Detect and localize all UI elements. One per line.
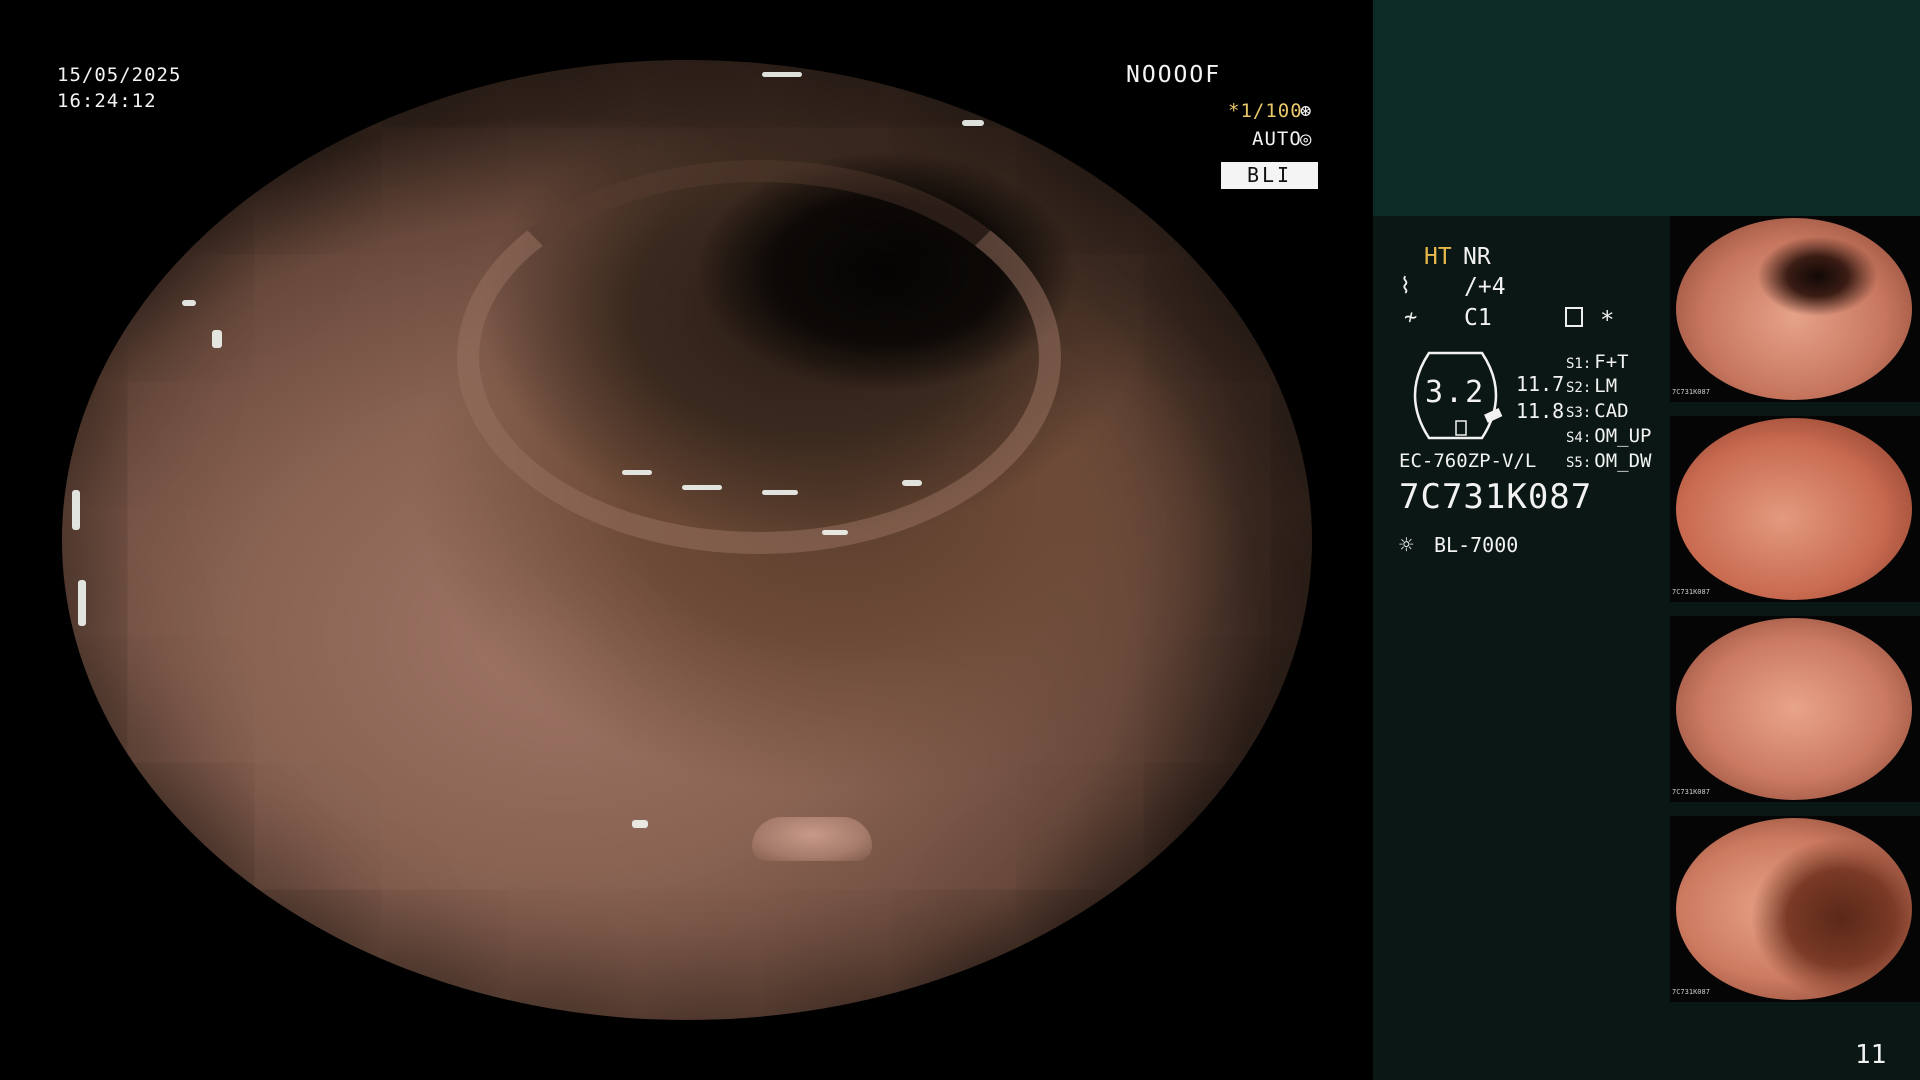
polyp-lesion bbox=[752, 817, 872, 861]
captured-thumbnail[interactable]: 7C731K087 bbox=[1670, 816, 1920, 1002]
image-count: 11 bbox=[1855, 1040, 1887, 1070]
mode-code: NOOOOF bbox=[1126, 62, 1222, 88]
thumbnail-label: 7C731K087 bbox=[1672, 788, 1710, 796]
switch-2: S2: LM bbox=[1566, 375, 1617, 397]
record-icon bbox=[1565, 307, 1583, 327]
switch-key: S2: bbox=[1566, 380, 1592, 396]
glint bbox=[78, 580, 86, 626]
switch-key: S4: bbox=[1566, 430, 1592, 446]
zoom-reading-b: 11.8 bbox=[1516, 399, 1565, 423]
record-star: * bbox=[1600, 306, 1615, 334]
zoom-reading-a: 11.7 bbox=[1516, 372, 1565, 396]
thumbnail-image bbox=[1676, 618, 1912, 800]
glint bbox=[212, 330, 222, 348]
switch-key: S5: bbox=[1566, 455, 1592, 471]
thumbnail-label: 7C731K087 bbox=[1672, 388, 1710, 396]
light-source-model: BL-7000 bbox=[1434, 533, 1519, 557]
glint bbox=[762, 72, 802, 77]
switch-4: S4: OM_UP bbox=[1566, 425, 1652, 447]
switch-5: S5: OM_DW bbox=[1566, 450, 1652, 472]
glint bbox=[632, 820, 648, 828]
glint bbox=[72, 490, 80, 530]
zoom-value: 3.2 bbox=[1425, 375, 1486, 410]
glint bbox=[682, 485, 722, 490]
scope-serial: 7C731K087 bbox=[1399, 477, 1593, 517]
switch-key: S3: bbox=[1566, 405, 1592, 421]
captured-thumbnail[interactable]: 7C731K087 bbox=[1670, 416, 1920, 602]
endoscope-view bbox=[0, 0, 1373, 1080]
exam-date: 15/05/2025 bbox=[57, 64, 182, 86]
iris-icon: ◎ bbox=[1300, 128, 1313, 150]
enhancement-value: /+4 bbox=[1464, 274, 1506, 300]
panel-header bbox=[1373, 0, 1920, 216]
switch-value: LM bbox=[1594, 375, 1618, 397]
glint bbox=[962, 120, 984, 126]
sun-icon: ☼ bbox=[1399, 531, 1414, 559]
glint bbox=[902, 480, 922, 486]
thumbnail-image bbox=[1676, 818, 1912, 1000]
scope-model: EC-760ZP-V/L bbox=[1399, 450, 1537, 472]
thumbnail-image bbox=[1676, 218, 1912, 400]
color-icon: ≁ bbox=[1404, 305, 1418, 330]
switch-1: S1: F+T bbox=[1566, 351, 1629, 373]
endoscope-image bbox=[62, 60, 1312, 1020]
captured-thumbnail[interactable]: 7C731K087 bbox=[1670, 616, 1920, 802]
captured-thumbnail[interactable]: 7C731K087 bbox=[1670, 216, 1920, 402]
imaging-mode-badge: BLI bbox=[1221, 162, 1318, 189]
switch-key: S1: bbox=[1566, 356, 1592, 372]
glint bbox=[622, 470, 652, 475]
thumbnail-label: 7C731K087 bbox=[1672, 988, 1710, 996]
switch-value: OM_UP bbox=[1594, 425, 1652, 447]
glint bbox=[822, 530, 848, 535]
exam-time: 16:24:12 bbox=[57, 90, 157, 112]
auto-iris-label: AUTO bbox=[1252, 128, 1302, 150]
switch-value: F+T bbox=[1594, 351, 1629, 373]
ht-indicator: HT bbox=[1424, 244, 1452, 270]
glint bbox=[762, 490, 798, 495]
enhancement-icon: ⌇ bbox=[1400, 274, 1411, 299]
thumbnail-label: 7C731K087 bbox=[1672, 588, 1710, 596]
color-value: C1 bbox=[1464, 305, 1492, 331]
shutter-icon: ⊛ bbox=[1300, 100, 1313, 122]
switch-3: S3: CAD bbox=[1566, 400, 1629, 422]
glint bbox=[182, 300, 196, 306]
shutter-speed: *1/100 bbox=[1228, 100, 1303, 122]
switch-value: OM_DW bbox=[1594, 450, 1652, 472]
switch-value: CAD bbox=[1594, 400, 1629, 422]
nr-indicator: NR bbox=[1463, 244, 1491, 270]
thumbnail-image bbox=[1676, 418, 1912, 600]
mucosal-fold bbox=[457, 160, 1061, 554]
